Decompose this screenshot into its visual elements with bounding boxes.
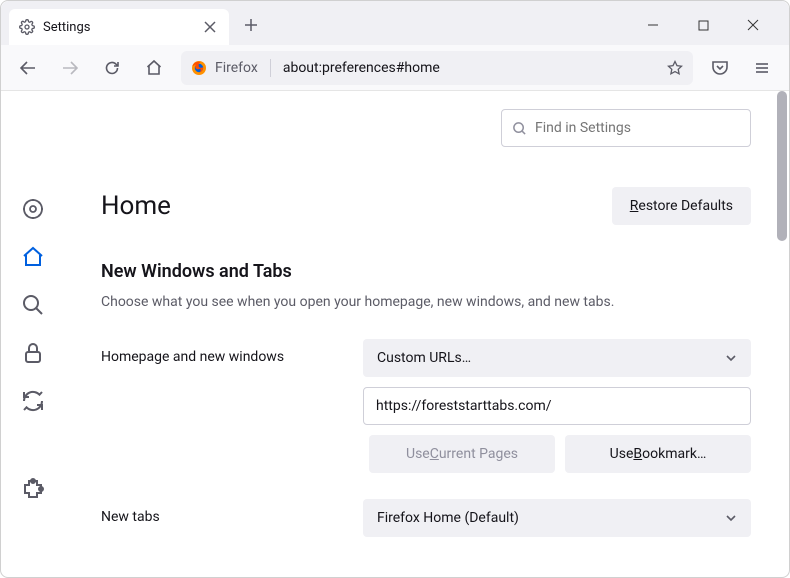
homepage-url-input[interactable] [363,387,751,425]
browser-tab[interactable]: Settings [9,9,229,45]
scrollbar[interactable] [777,91,787,577]
home-button[interactable] [139,53,169,83]
window-controls [635,7,781,43]
find-in-settings[interactable] [501,109,751,147]
maximize-button[interactable] [685,7,721,43]
settings-content: Home Restore Defaults New Windows and Ta… [1,91,789,577]
sidebar-sync-icon[interactable] [20,388,46,414]
url-bar[interactable]: Firefox about:preferences#home [181,51,693,85]
pocket-button[interactable] [705,53,735,83]
search-icon [512,121,527,136]
section-title: New Windows and Tabs [101,261,751,282]
window-close-button[interactable] [735,7,771,43]
app-menu-button[interactable] [747,53,777,83]
back-button[interactable] [13,53,43,83]
gear-icon [19,19,35,35]
find-input[interactable] [535,120,740,136]
bookmark-star-icon[interactable] [667,60,683,76]
new-tab-button[interactable] [237,11,265,39]
homepage-label: Homepage and new windows [101,339,363,365]
urlbar-text: about:preferences#home [283,60,440,76]
sidebar-search-icon[interactable] [20,292,46,318]
homepage-select[interactable]: Custom URLs… [363,339,751,377]
newtabs-select[interactable]: Firefox Home (Default) [363,499,751,537]
page-title: Home [101,191,171,221]
section-description: Choose what you see when you open your h… [101,292,751,313]
use-bookmark-button[interactable]: Use Bookmark… [565,435,751,473]
chevron-down-icon [725,512,737,524]
newtabs-label: New tabs [101,499,363,525]
newtabs-row: New tabs Firefox Home (Default) [101,499,751,537]
sidebar-home-icon[interactable] [20,244,46,270]
settings-main: Home Restore Defaults New Windows and Ta… [65,91,789,577]
reload-button[interactable] [97,53,127,83]
navigation-toolbar: Firefox about:preferences#home [1,45,789,91]
minimize-button[interactable] [635,7,671,43]
sidebar-extensions-icon[interactable] [20,476,46,502]
close-icon[interactable] [201,18,219,36]
chevron-down-icon [725,352,737,364]
urlbar-divider [270,59,271,77]
homepage-row: Homepage and new windows Custom URLs… Us… [101,339,751,473]
urlbar-identity: Firefox [215,60,258,76]
settings-sidebar [1,91,65,577]
titlebar: Settings [1,1,789,45]
newtabs-select-value: Firefox Home (Default) [377,510,519,526]
forward-button[interactable] [55,53,85,83]
firefox-window: Settings Firefox about:preferences#home [0,0,790,578]
sidebar-privacy-icon[interactable] [20,340,46,366]
homepage-select-value: Custom URLs… [377,350,471,366]
sidebar-general-icon[interactable] [20,196,46,222]
use-current-pages-button[interactable]: Use Current Pages [369,435,555,473]
scrollbar-thumb[interactable] [777,91,787,241]
tab-title: Settings [43,20,193,35]
firefox-icon [191,60,207,76]
restore-defaults-button[interactable]: Restore Defaults [612,187,751,225]
